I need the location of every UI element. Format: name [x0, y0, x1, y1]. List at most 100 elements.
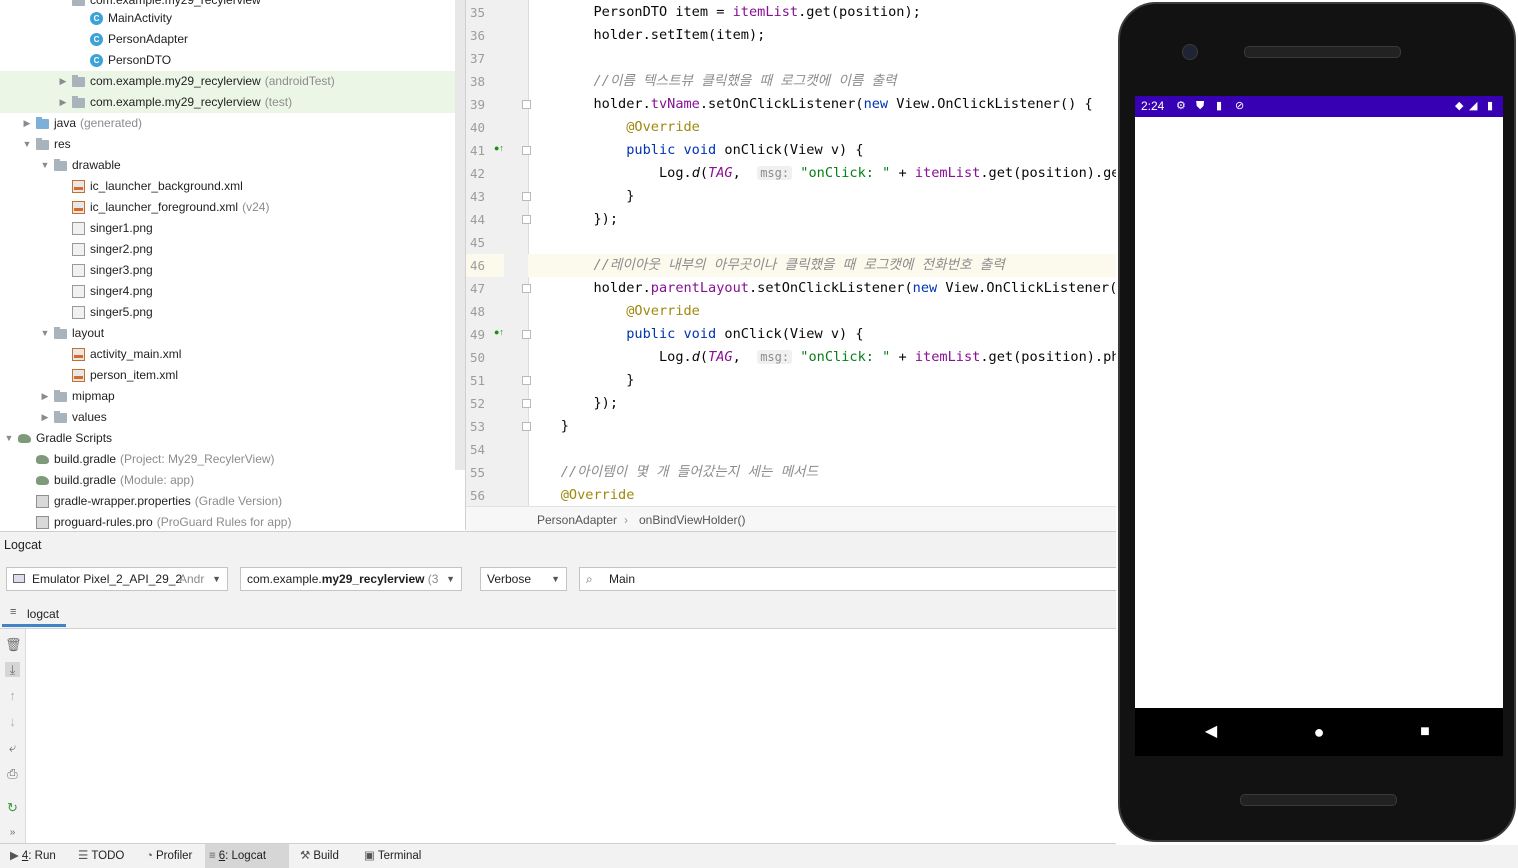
tree-item[interactable]: activity_main.xml: [0, 344, 455, 365]
log-level-selector[interactable]: Verbose ▼: [480, 567, 567, 591]
chevron-right-icon[interactable]: ▶: [58, 92, 68, 113]
tree-item[interactable]: singer4.png: [0, 281, 455, 302]
tree-item[interactable]: singer3.png: [0, 260, 455, 281]
tree-item[interactable]: ▶ mipmap: [0, 386, 455, 407]
wifi-icon: ◆: [1455, 100, 1464, 112]
tree-item[interactable]: person_item.xml: [0, 365, 455, 386]
folder-icon: [54, 411, 67, 423]
chevron-right-icon[interactable]: ▶: [40, 386, 50, 407]
code-line[interactable]: PersonDTO item = itemList.get(position);: [528, 1, 1116, 24]
tree-item-label: build.gradle: [54, 452, 117, 466]
more-icon[interactable]: »: [5, 825, 20, 840]
code-line[interactable]: public void onClick(View v) {: [528, 323, 1116, 346]
tree-item-label: gradle-wrapper.properties: [54, 494, 191, 508]
code-line[interactable]: public void onClick(View v) {: [528, 139, 1116, 162]
tree-item[interactable]: C PersonDTO: [0, 50, 455, 71]
logcat-output[interactable]: [26, 629, 1116, 843]
code-line[interactable]: holder.tvName.setOnClickListener(new Vie…: [528, 93, 1116, 116]
tool-button-run[interactable]: ▶ 4: Run: [6, 844, 66, 868]
tree-item[interactable]: proguard-rules.pro (ProGuard Rules for ap…: [0, 512, 455, 530]
arrow-down-icon[interactable]: ↓: [5, 714, 20, 729]
phone-screen[interactable]: 2:24 ⚙ ⛊ ▮ ⊘ ◆ ◢ ▮: [1135, 96, 1503, 708]
battery-icon: ▮: [1487, 100, 1494, 112]
implements-method-icon[interactable]: ●↑: [494, 327, 506, 339]
tree-item[interactable]: ▶ com.example.my29_recylerview (androidTes…: [0, 71, 455, 92]
print-icon[interactable]: ⎙: [5, 766, 20, 781]
project-tree-scrollbar[interactable]: [455, 0, 465, 470]
line-number: 36: [470, 28, 486, 43]
back-button[interactable]: ◀: [1191, 708, 1231, 756]
code-line[interactable]: Log.d(TAG, msg: "onClick: " + itemList.g…: [528, 162, 1116, 185]
implements-method-icon[interactable]: ●↑: [494, 143, 506, 155]
tree-item[interactable]: ▶ java (generated): [0, 113, 455, 134]
tool-button-logcat[interactable]: ≡ 6: Logcat: [205, 844, 289, 868]
code-line[interactable]: }: [528, 185, 1116, 208]
scroll-to-end-icon[interactable]: ⤓: [5, 662, 20, 677]
chevron-right-icon[interactable]: ▶: [40, 407, 50, 428]
tab-logcat[interactable]: ≡ logcat: [2, 602, 66, 627]
code-line[interactable]: @Override: [528, 484, 1116, 506]
tool-label: Terminal: [377, 850, 422, 862]
code-line[interactable]: //이름 텍스트뷰 클릭했을 때 로그캣에 이름 출력: [528, 70, 1116, 93]
tree-item[interactable]: ▼ layout: [0, 323, 455, 344]
tree-item[interactable]: ▶ values: [0, 407, 455, 428]
code-line[interactable]: holder.setItem(item);: [528, 24, 1116, 47]
tree-item[interactable]: ▼ res: [0, 134, 455, 155]
home-button[interactable]: ●: [1299, 708, 1339, 756]
tree-item[interactable]: gradle-wrapper.properties (Gradle Version…: [0, 491, 455, 512]
camera-icon: [1182, 44, 1198, 60]
chevron-down-icon[interactable]: ▼: [4, 428, 14, 449]
code-line[interactable]: });: [528, 392, 1116, 415]
breadcrumb-method[interactable]: onBindViewHolder(): [639, 507, 746, 533]
code-token: ,: [732, 165, 758, 181]
code-line[interactable]: @Override: [528, 300, 1116, 323]
code-line[interactable]: //레이아웃 내부의 아무곳이나 클릭했을 때 로그캣에 전화번호 출력: [528, 254, 1116, 277]
process-selector[interactable]: com.example.my29_recylerview (3 ▼: [240, 567, 462, 591]
phone-frame: 2:24 ⚙ ⛊ ▮ ⊘ ◆ ◢ ▮ ◀ ● ■: [1118, 2, 1516, 842]
tool-button-build[interactable]: ⚒ Build: [296, 844, 352, 868]
code-line[interactable]: holder.parentLayout.setOnClickListener(n…: [528, 277, 1116, 300]
tree-item-label: activity_main.xml: [90, 347, 182, 361]
recents-button[interactable]: ■: [1405, 708, 1445, 756]
tree-item[interactable]: ic_launcher_foreground.xml (v24): [0, 197, 455, 218]
trash-icon[interactable]: 🗑: [5, 637, 22, 652]
tool-button-todo[interactable]: ☰ TODO: [74, 844, 134, 868]
code-line[interactable]: @Override: [528, 116, 1116, 139]
tree-item[interactable]: singer1.png: [0, 218, 455, 239]
soft-wrap-icon[interactable]: ⤶: [5, 740, 20, 755]
code-line[interactable]: [528, 47, 1116, 70]
tree-item[interactable]: singer5.png: [0, 302, 455, 323]
device-selector[interactable]: Emulator Pixel_2_API_29_2 Andr ▼: [6, 567, 228, 591]
chevron-right-icon[interactable]: ▶: [58, 71, 68, 92]
tool-button-terminal[interactable]: ▣ Terminal: [360, 844, 430, 868]
tree-item[interactable]: ic_launcher_background.xml: [0, 176, 455, 197]
tree-item[interactable]: ▶ com.example.my29_recylerview (test): [0, 92, 455, 113]
code-line[interactable]: [528, 438, 1116, 461]
code-token: @Override: [528, 119, 700, 135]
tree-item[interactable]: C PersonAdapter: [0, 29, 455, 50]
code-line[interactable]: });: [528, 208, 1116, 231]
code-line[interactable]: [528, 231, 1116, 254]
code-line[interactable]: //아이템이 몇 개 들어갔는지 세는 메서드: [528, 461, 1116, 484]
tree-item[interactable]: C MainActivity: [0, 8, 455, 29]
breadcrumb-class[interactable]: PersonAdapter: [537, 507, 617, 533]
code-line[interactable]: }: [528, 415, 1116, 438]
chevron-down-icon[interactable]: ▼: [40, 323, 50, 344]
tree-item[interactable]: singer2.png: [0, 239, 455, 260]
tree-item[interactable]: ▼ Gradle Scripts: [0, 428, 455, 449]
chevron-down-icon[interactable]: ▼: [22, 134, 32, 155]
navigation-bar: ◀ ● ■: [1135, 708, 1503, 756]
tree-item[interactable]: build.gradle (Project: My29_RecylerView): [0, 449, 455, 470]
restart-icon[interactable]: ↻: [5, 800, 20, 815]
chevron-right-icon[interactable]: ▶: [22, 113, 32, 134]
arrow-up-icon[interactable]: ↑: [5, 688, 20, 703]
code-line[interactable]: }: [528, 369, 1116, 392]
chevron-down-icon[interactable]: ▼: [40, 155, 50, 176]
breadcrumb-separator: ›: [624, 513, 628, 527]
tree-item[interactable]: build.gradle (Module: app): [0, 470, 455, 491]
code-line[interactable]: Log.d(TAG, msg: "onClick: " + itemList.g…: [528, 346, 1116, 369]
tree-item[interactable]: ▼ drawable: [0, 155, 455, 176]
code-editor[interactable]: 35 36 37 38 39 40 41 ●↑ 42 43 44 45 46 47 48 49 ●↑ 50 51 52…: [466, 0, 1116, 506]
tool-button-profiler[interactable]: ◔ Profiler: [142, 844, 204, 868]
logcat-search-input[interactable]: ⌕ Main: [579, 567, 1124, 591]
